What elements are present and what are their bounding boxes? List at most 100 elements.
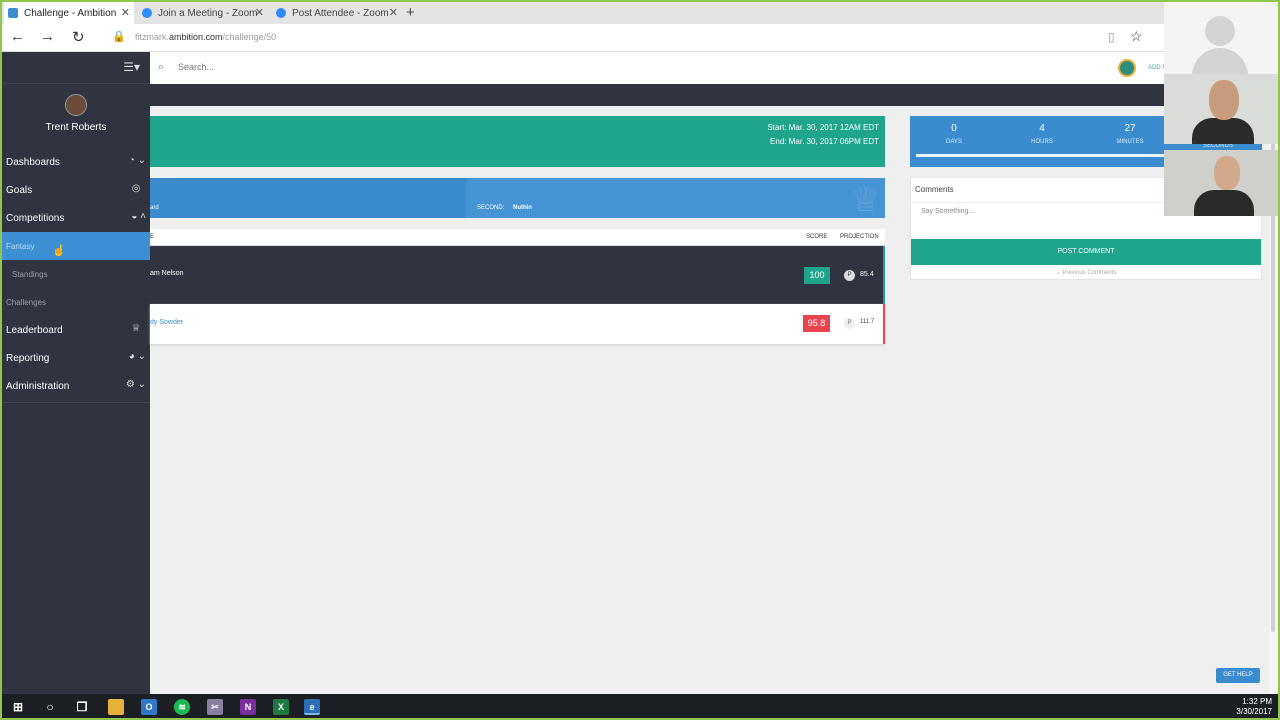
countdown-days: 0 DAYS: [924, 123, 984, 145]
countdown-hours: 4 HOURS: [1012, 123, 1072, 145]
previous-comments-link[interactable]: ⌄ Previous Comments: [911, 265, 1261, 279]
clock-date: 3/30/2017: [1236, 707, 1272, 716]
sidebar-item-fantasy[interactable]: Fantasy ☝: [2, 232, 150, 260]
tab-challenge-ambition[interactable]: Challenge - Ambition ✕: [4, 2, 134, 24]
medal-icon[interactable]: [1118, 59, 1136, 77]
score-badge: 95.8: [803, 315, 830, 332]
col-projection[interactable]: PROJECTION: [840, 234, 879, 240]
hours-label: HOURS: [1031, 139, 1053, 145]
file-explorer-icon[interactable]: [108, 699, 124, 715]
app-topbar: ⌕ ADD NEW PROGRESS: [150, 52, 1278, 84]
previous-comments-label: Previous Comments: [1062, 270, 1117, 276]
back-icon[interactable]: ←: [10, 28, 25, 45]
excel-icon[interactable]: X: [273, 699, 289, 715]
menu-icon[interactable]: ☰▾: [123, 60, 140, 74]
url-prefix: fitzmark.: [135, 32, 170, 42]
onenote-icon[interactable]: N: [240, 699, 256, 715]
participant-head: [1209, 80, 1239, 120]
ambition-icon: [8, 8, 18, 18]
sidebar-item-label: Leaderboard: [6, 324, 63, 336]
windows-start-icon[interactable]: ⊞: [10, 699, 26, 715]
col-name: E: [150, 234, 155, 240]
new-tab-button[interactable]: +: [406, 4, 415, 21]
forward-icon[interactable]: →: [40, 28, 55, 45]
end-date: End: Mar. 30, 2017 06PM EDT: [770, 137, 879, 146]
sidebar-item-reporting[interactable]: Reporting ◕ ⌄: [2, 344, 150, 372]
countdown-minutes: 27 MINUTES: [1100, 123, 1160, 145]
system-clock[interactable]: 1:32 PM 3/30/2017: [1236, 697, 1272, 717]
helmet-icon: ◒ ˄: [131, 211, 146, 222]
sidebar-item-dashboards[interactable]: Dashboards ◔ ⌄: [2, 148, 150, 176]
tab-post-attendee[interactable]: Post Attendee - Zoom ✕: [272, 2, 402, 24]
video-tile-participant: [1164, 74, 1278, 144]
projection-badge: P: [844, 270, 855, 281]
trophy-icon: ♕: [131, 323, 146, 334]
snipping-tool-icon[interactable]: ✂: [207, 699, 223, 715]
post-comment-button[interactable]: POST COMMENT: [911, 239, 1261, 265]
lock-icon: 🔒: [112, 31, 126, 43]
sidebar-item-goals[interactable]: Goals ◎: [2, 176, 150, 204]
sidebar-item-label: Goals: [6, 184, 33, 196]
sidebar-item-competitions[interactable]: Competitions ◒ ˄: [2, 204, 150, 232]
challenge-dates-banner: Start: Mar. 30, 2017 12AM EDT End: Mar. …: [150, 116, 885, 167]
table-header: E SCORE PROJECTION: [150, 229, 885, 246]
participant-name[interactable]: am Nelson: [150, 270, 183, 277]
cortana-icon[interactable]: ○: [42, 699, 58, 715]
sidebar: ☰▾ Trent Roberts Dashboards ◔ ⌄ Goals ◎ …: [2, 52, 150, 694]
get-help-button[interactable]: GET HELP: [1216, 668, 1260, 683]
close-icon[interactable]: ✕: [389, 6, 398, 19]
header-band: [150, 84, 1278, 106]
taskbar: ⊞ ○ ❐ O ≋ ✂ N X e 1:32 PM 3/30/2017: [2, 694, 1278, 718]
sidebar-item-leaderboard[interactable]: Leaderboard ♕: [2, 316, 150, 344]
favorite-star-icon[interactable]: ☆: [1130, 28, 1143, 45]
task-view-icon[interactable]: ❐: [74, 699, 90, 715]
score-badge: 100: [804, 267, 830, 284]
search-input[interactable]: [178, 62, 478, 72]
table-row[interactable]: am Nelson 100 P 85.4: [150, 246, 885, 304]
standings-table: E SCORE PROJECTION am Nelson 100 P 85.4 …: [150, 229, 885, 344]
participant-name[interactable]: dy Sowder: [150, 319, 183, 326]
sidebar-item-administration[interactable]: Administration ⚙ ⌄: [2, 372, 150, 400]
address-bar[interactable]: fitzmark.ambition.com/challenge/50: [135, 32, 276, 42]
table-row[interactable]: dy Sowder 95.8 P 111.7: [150, 304, 885, 344]
projection-badge: P: [844, 318, 855, 329]
browser-navbar: ← → ↻ 🔒 fitzmark.ambition.com/challenge/…: [2, 24, 1278, 52]
pie-icon: ◕ ⌄: [128, 351, 146, 362]
person-silhouette-body: [1192, 48, 1248, 74]
sidebar-item-challenges[interactable]: Challenges: [2, 288, 150, 316]
scrollbar[interactable]: [1269, 52, 1278, 694]
sidebar-item-standings[interactable]: Standings: [2, 260, 150, 288]
second-value: Nuthin: [513, 205, 532, 211]
participant-body: [1194, 190, 1254, 216]
search-icon: ⌕: [158, 61, 165, 73]
clock-time: 1:32 PM: [1242, 697, 1272, 706]
sidebar-item-label: Challenges: [6, 297, 47, 307]
sidebar-item-label: Dashboards: [6, 156, 60, 168]
projection-value: 85.4: [860, 271, 874, 278]
video-tile-placeholder: [1164, 2, 1278, 74]
browser-tab-strip: Challenge - Ambition ✕ Join a Meeting - …: [2, 2, 1278, 24]
outlook-icon[interactable]: O: [141, 699, 157, 715]
main-content: ⌕ ADD NEW PROGRESS Start: Mar. 30, 2017 …: [150, 52, 1278, 694]
close-icon[interactable]: ✕: [255, 6, 264, 19]
sidebar-item-label: Fantasy: [6, 241, 35, 251]
gauge-icon: ◔ ⌄: [128, 155, 146, 166]
zoom-icon: [276, 8, 286, 18]
user-name: Trent Roberts: [45, 122, 107, 133]
minutes-value: 27: [1124, 123, 1136, 134]
reading-view-icon[interactable]: ▯: [1108, 30, 1115, 44]
prize-banner: ard SECOND: Nuthin ♕: [150, 178, 885, 219]
trophy-icon: ♕: [850, 181, 881, 219]
gears-icon: ⚙ ⌄: [125, 379, 146, 390]
spotify-icon[interactable]: ≋: [174, 699, 190, 715]
video-tile-participant: [1164, 150, 1278, 216]
close-icon[interactable]: ✕: [121, 6, 130, 19]
edge-icon[interactable]: e: [304, 699, 320, 715]
tab-join-meeting[interactable]: Join a Meeting - Zoom ✕: [138, 2, 268, 24]
avatar[interactable]: [65, 94, 87, 116]
days-label: DAYS: [946, 139, 962, 145]
projection-value: 111.7: [860, 319, 875, 325]
col-score[interactable]: SCORE: [806, 234, 827, 240]
refresh-icon[interactable]: ↻: [72, 28, 85, 46]
tab-label: Post Attendee - Zoom: [292, 7, 389, 19]
